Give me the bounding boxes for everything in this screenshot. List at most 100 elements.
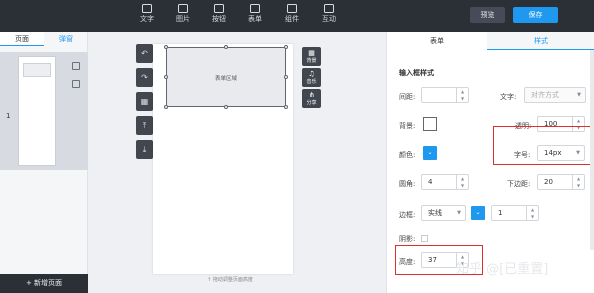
toolbar-form-label: 表单: [248, 15, 262, 23]
tab-pages[interactable]: 页面: [0, 32, 44, 46]
music-button[interactable]: ♫ 音乐: [302, 68, 321, 87]
share-label: 分享: [306, 100, 317, 106]
page-thumbnail[interactable]: [18, 56, 56, 166]
tab-style[interactable]: 样式: [487, 32, 594, 50]
delete-page-icon[interactable]: [72, 62, 80, 70]
toolbar-button[interactable]: 按钮: [206, 3, 232, 29]
text-align-value: 对齐方式: [531, 91, 559, 99]
toolbar-component[interactable]: 组件: [279, 3, 305, 29]
text-icon: [142, 4, 152, 13]
shadow-checkbox[interactable]: [421, 235, 428, 242]
page-number: 1: [6, 112, 11, 120]
chevron-down-icon: ▼: [577, 92, 581, 98]
toolbar-image[interactable]: 图片: [170, 3, 196, 29]
text-align-label: 文字:: [500, 93, 517, 101]
thumbnail-form-box: [23, 63, 51, 77]
undo-icon[interactable]: ↶: [136, 44, 153, 63]
step-up-icon[interactable]: ▲: [573, 117, 584, 124]
bottom-margin-label: 下边距:: [507, 180, 531, 188]
interaction-icon: [324, 4, 334, 13]
text-align-select[interactable]: 对齐方式 ▼: [524, 87, 586, 103]
edit-tool-strip: ↶ ↷ ▦ ⤒ ⤓: [136, 44, 153, 164]
toolbar-interaction[interactable]: 互动: [316, 3, 342, 29]
resize-handle-nw[interactable]: [164, 45, 168, 49]
border-style-value: 实线: [428, 209, 442, 217]
radius-input[interactable]: 4 ▲ ▼: [421, 174, 469, 190]
tab-form[interactable]: 表单: [387, 32, 487, 50]
page-settings-tools: ▦ 背景 ♫ 音乐 ⋔ 分享: [302, 47, 321, 110]
spacing-label: 间距:: [399, 93, 416, 101]
border-width-value: 1: [498, 209, 503, 217]
background-color-label: 背景:: [399, 122, 416, 130]
toolbar-component-label: 组件: [285, 15, 299, 23]
button-icon: [214, 4, 224, 13]
step-down-icon[interactable]: ▼: [527, 213, 538, 220]
section-title: 输入框样式: [399, 69, 434, 77]
toolbar-interaction-label: 互动: [322, 15, 336, 23]
radius-value: 4: [428, 178, 433, 186]
chevron-down-icon: ▼: [457, 210, 461, 216]
page-thumbnail-item[interactable]: 1: [0, 52, 88, 170]
canvas-resize-hint[interactable]: ↑ 拖动调整页面高度: [190, 276, 270, 283]
highlight-font-size: [493, 126, 591, 165]
properties-panel: 表单 样式 输入框样式 间距: ▲ ▼ 文字: 对齐方式 ▼ 背景: 透明: 10…: [386, 32, 594, 293]
panel-scrollbar[interactable]: [590, 50, 594, 250]
component-icon: [287, 4, 297, 13]
add-page-button[interactable]: + 新增页面: [0, 274, 88, 293]
step-up-icon[interactable]: ▲: [527, 206, 538, 213]
resize-handle-ne[interactable]: [284, 45, 288, 49]
shadow-label: 阴影:: [399, 235, 416, 243]
grid-icon[interactable]: ▦: [136, 92, 153, 111]
form-box-label: 表单区域: [214, 76, 237, 82]
page-list-panel: 页面 弹窗 1 + 新增页面: [0, 32, 88, 293]
background-icon: ▦: [308, 49, 315, 57]
border-style-select[interactable]: 实线 ▼: [421, 205, 466, 221]
step-up-icon[interactable]: ▲: [457, 175, 468, 182]
background-button[interactable]: ▦ 背景: [302, 47, 321, 66]
border-label: 边框:: [399, 211, 416, 219]
share-button[interactable]: ⋔ 分享: [302, 89, 321, 108]
bottom-margin-value: 20: [544, 178, 553, 186]
bottom-margin-stepper[interactable]: ▲ ▼: [572, 175, 584, 189]
border-width-input[interactable]: 1 ▲ ▼: [491, 205, 539, 221]
border-width-stepper[interactable]: ▲ ▼: [526, 206, 538, 220]
music-label: 音乐: [306, 79, 317, 85]
background-label: 背景: [306, 58, 317, 64]
text-color-label: 颜色:: [399, 151, 416, 159]
form-icon: [250, 4, 260, 13]
watermark: 知乎 @[已重置]: [456, 262, 549, 277]
preview-button[interactable]: 预览: [470, 7, 505, 23]
move-top-icon[interactable]: ⤒: [136, 116, 153, 135]
resize-handle-s[interactable]: [224, 105, 228, 109]
resize-handle-se[interactable]: [284, 105, 288, 109]
background-color-swatch[interactable]: [423, 117, 437, 131]
step-up-icon[interactable]: ▲: [573, 175, 584, 182]
toolbar-button-label: 按钮: [212, 15, 226, 23]
resize-handle-n[interactable]: [224, 45, 228, 49]
copy-page-icon[interactable]: [72, 80, 80, 88]
resize-handle-w[interactable]: [164, 75, 168, 79]
spacing-stepper[interactable]: ▲ ▼: [456, 88, 468, 102]
step-down-icon[interactable]: ▼: [457, 95, 468, 102]
step-down-icon[interactable]: ▼: [457, 182, 468, 189]
image-icon: [178, 4, 188, 13]
radius-stepper[interactable]: ▲ ▼: [456, 175, 468, 189]
border-color-picker[interactable]: ⌄: [471, 206, 485, 220]
spacing-input[interactable]: ▲ ▼: [421, 87, 469, 103]
resize-handle-sw[interactable]: [164, 105, 168, 109]
resize-handle-e[interactable]: [284, 75, 288, 79]
toolbar-form[interactable]: 表单: [242, 3, 268, 29]
text-color-picker[interactable]: ⌄: [423, 146, 437, 160]
bottom-margin-input[interactable]: 20 ▲ ▼: [537, 174, 585, 190]
step-up-icon[interactable]: ▲: [457, 88, 468, 95]
toolbar-image-label: 图片: [176, 15, 190, 23]
move-bottom-icon[interactable]: ⤓: [136, 140, 153, 159]
toolbar-text[interactable]: 文字: [134, 3, 160, 29]
step-down-icon[interactable]: ▼: [573, 182, 584, 189]
tab-popups[interactable]: 弹窗: [44, 32, 88, 46]
redo-icon[interactable]: ↷: [136, 68, 153, 87]
radius-label: 圆角:: [399, 180, 416, 188]
form-element-selected[interactable]: 表单区域: [164, 45, 288, 109]
save-button[interactable]: 保存: [513, 7, 558, 23]
top-toolbar: 文字 图片 按钮 表单 组件 互动 预览 保存: [0, 0, 594, 32]
